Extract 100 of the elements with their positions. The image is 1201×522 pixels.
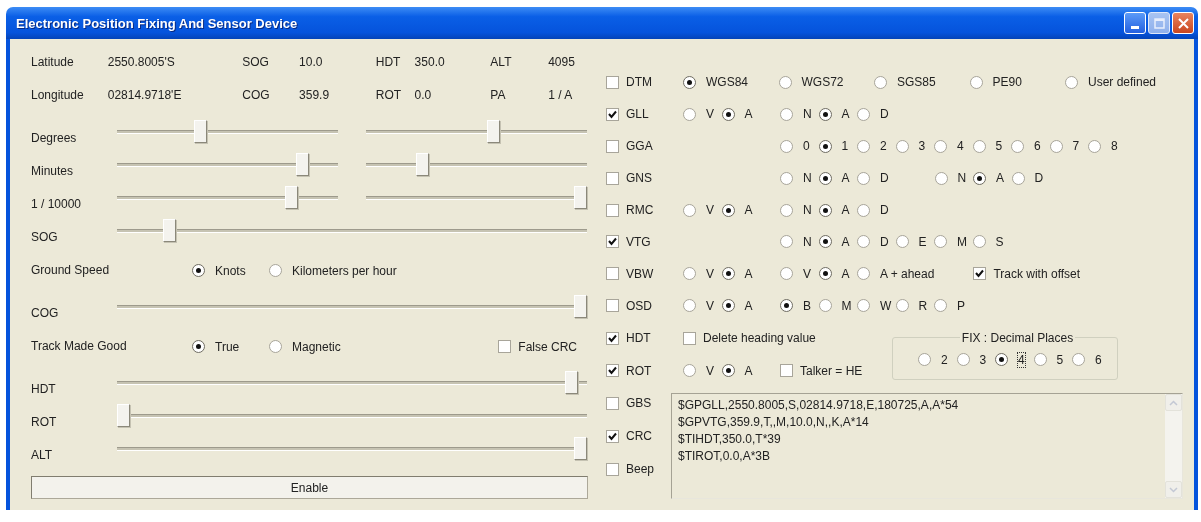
radio-button[interactable]: A (721, 363, 760, 378)
radio-button[interactable]: PE90 (969, 75, 1065, 90)
slider-thumb[interactable] (564, 371, 578, 394)
radio-button[interactable]: V (683, 363, 722, 378)
radio-button[interactable]: WGS72 (778, 75, 874, 90)
radio-button[interactable]: A (721, 298, 760, 313)
checkbox[interactable]: GNS (606, 171, 683, 186)
close-button[interactable] (1172, 12, 1194, 34)
scroll-up-icon[interactable] (1165, 394, 1182, 411)
radio-button[interactable]: A (818, 266, 857, 281)
radio-button[interactable]: Kilometers per hour (269, 263, 397, 278)
radio-button[interactable]: 6 (1011, 139, 1050, 154)
radio-button[interactable]: A (721, 107, 760, 122)
slider-thumb[interactable] (193, 120, 207, 143)
radio-button[interactable]: 3 (895, 139, 934, 154)
radio-button[interactable]: 5 (1033, 352, 1072, 367)
radio-button[interactable]: N (780, 203, 819, 217)
radio-button[interactable]: E (895, 234, 934, 249)
radio-button[interactable]: A (818, 203, 857, 217)
slider-thumb[interactable] (574, 186, 587, 209)
radio-button[interactable]: N (780, 107, 819, 122)
radio-button[interactable]: R (895, 298, 934, 313)
checkbox[interactable]: VBW (606, 266, 683, 281)
checkbox[interactable]: GLL (606, 107, 683, 122)
radio-button[interactable]: M (818, 298, 857, 313)
radio-button[interactable]: V (683, 266, 722, 281)
radio-button[interactable]: D (857, 107, 896, 122)
checkbox[interactable]: DTM (606, 75, 683, 90)
radio-button[interactable]: 8 (1088, 139, 1127, 154)
radio-button[interactable]: SGS85 (874, 75, 970, 90)
checkbox[interactable]: Delete heading value (683, 331, 816, 346)
slider[interactable] (117, 404, 587, 427)
radio-button[interactable]: 2 (857, 139, 896, 154)
output-textbox[interactable]: $GPGLL,2550.8005,S,02814.9718,E,180725,A,A*54 $GPVTG,359.9,T,,M,10.0,N,,K,A*14 $TIHDT,350.0,T*39 $TIROT,0.0,A*3B (671, 393, 1183, 499)
checkbox[interactable]: Talker = HE (780, 363, 863, 378)
radio-button[interactable]: N (780, 234, 819, 249)
checkbox[interactable]: OSD (606, 298, 683, 313)
radio-button[interactable]: 4 (934, 139, 973, 154)
radio-button[interactable]: D (857, 171, 896, 186)
radio-button[interactable]: S (972, 234, 1011, 249)
radio-button[interactable]: WGS84 (683, 75, 779, 90)
checkbox[interactable]: GGA (606, 139, 683, 154)
checkbox[interactable]: VTG (606, 234, 683, 249)
slider-thumb[interactable] (295, 153, 309, 176)
radio-button[interactable]: A (973, 171, 1012, 186)
radio-button[interactable]: B (780, 298, 819, 313)
radio-button[interactable]: A (721, 203, 760, 217)
slider[interactable] (117, 120, 338, 143)
slider-thumb[interactable] (285, 186, 299, 209)
checkbox[interactable]: Track with offset (973, 266, 1081, 281)
slider-thumb[interactable] (574, 295, 587, 318)
radio-button[interactable]: 6 (1072, 352, 1111, 367)
radio-button[interactable]: 1 (818, 139, 857, 154)
radio-button[interactable]: A (818, 234, 857, 249)
radio-button[interactable]: 3 (956, 352, 995, 367)
scrollbar[interactable] (1165, 394, 1182, 498)
radio-button[interactable]: A (818, 107, 857, 122)
slider-thumb[interactable] (574, 437, 587, 460)
radio-button[interactable]: 5 (972, 139, 1011, 154)
slider[interactable] (117, 219, 587, 242)
radio-button[interactable]: M (934, 234, 973, 249)
checkbox[interactable]: HDT (606, 331, 683, 346)
radio-button[interactable]: 0 (780, 139, 819, 154)
slider-thumb[interactable] (162, 219, 176, 242)
radio-button[interactable]: A + ahead (857, 266, 935, 281)
slider[interactable] (117, 153, 338, 176)
slider[interactable] (366, 153, 587, 176)
slider[interactable] (117, 437, 587, 460)
radio-button[interactable]: V (683, 107, 722, 122)
slider[interactable] (117, 186, 338, 209)
radio-button[interactable]: 4 (995, 352, 1034, 367)
checkbox[interactable]: RMC (606, 203, 683, 217)
radio-button[interactable]: N (934, 171, 973, 186)
radio-button[interactable]: 2 (918, 352, 957, 367)
radio-button[interactable]: Magnetic (269, 339, 346, 354)
radio-button[interactable]: Knots (192, 263, 269, 278)
slider[interactable] (366, 186, 587, 209)
slider-thumb[interactable] (415, 153, 429, 176)
slider-thumb[interactable] (117, 404, 130, 427)
scroll-down-icon[interactable] (1165, 481, 1182, 498)
radio-button[interactable]: User defined (1065, 75, 1161, 90)
radio-button[interactable]: A (818, 171, 857, 186)
checkbox[interactable]: GBS (606, 386, 671, 420)
checkbox[interactable]: False CRC (498, 339, 577, 354)
slider[interactable] (117, 295, 587, 318)
radio-button[interactable]: D (1011, 171, 1050, 186)
minimize-button[interactable] (1124, 12, 1146, 34)
checkbox[interactable]: Beep (606, 452, 671, 486)
radio-button[interactable]: N (780, 171, 819, 186)
radio-button[interactable]: V (683, 298, 722, 313)
radio-button[interactable]: V (683, 203, 722, 217)
radio-button[interactable]: A (721, 266, 760, 281)
radio-button[interactable]: D (857, 234, 896, 249)
radio-button[interactable]: P (934, 298, 973, 313)
radio-button[interactable]: 7 (1049, 139, 1088, 154)
checkbox[interactable]: ROT (606, 363, 683, 378)
radio-button[interactable]: D (857, 203, 896, 217)
slider[interactable] (366, 120, 587, 143)
checkbox[interactable]: CRC (606, 419, 671, 453)
radio-button[interactable]: W (857, 298, 896, 313)
